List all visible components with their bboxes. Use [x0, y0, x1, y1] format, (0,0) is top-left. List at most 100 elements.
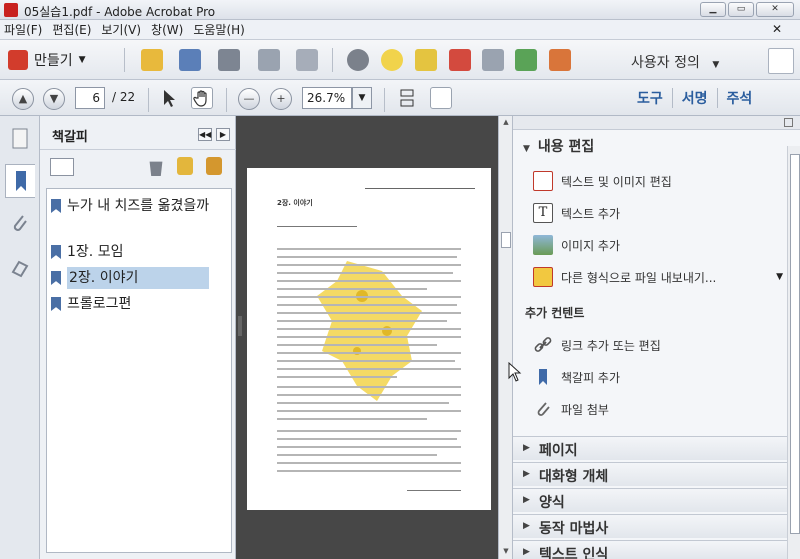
- zoom-in-icon[interactable]: +: [270, 88, 292, 110]
- print-icon[interactable]: [218, 49, 240, 71]
- collapsed-triangle-icon: ▶: [523, 547, 530, 557]
- close-button[interactable]: ✕: [756, 2, 794, 17]
- tool-label: 책갈피 추가: [561, 370, 621, 385]
- bookmark-from-structure-icon[interactable]: [206, 157, 222, 175]
- bookmarks-tab-icon[interactable]: [5, 164, 35, 198]
- text-line: [277, 336, 461, 338]
- section-pages[interactable]: ▶ 페이지: [513, 436, 787, 460]
- tool-label: 텍스트 및 이미지 편집: [561, 174, 672, 189]
- text-line: [277, 368, 461, 370]
- add-content-header: 추가 컨텐트: [525, 306, 585, 320]
- tab-tools[interactable]: 도구: [628, 88, 672, 108]
- attachments-icon[interactable]: [5, 208, 35, 242]
- previous-page-icon[interactable]: ▲: [12, 88, 34, 110]
- content-edit-title: 내용 편집: [537, 139, 595, 155]
- new-bookmark-icon[interactable]: [177, 157, 193, 175]
- stamp-icon[interactable]: [415, 49, 437, 71]
- text-line: [277, 352, 461, 354]
- bookmark-item-prologue[interactable]: 프롤로그편: [47, 293, 231, 315]
- zoom-dropdown-icon[interactable]: ▼: [352, 87, 372, 109]
- scroll-down-icon[interactable]: ▼: [501, 547, 511, 557]
- select-cursor-icon[interactable]: [158, 87, 180, 109]
- edit-icon[interactable]: [258, 49, 280, 71]
- bookmark-item-chapter2[interactable]: 2장. 이야기: [47, 267, 231, 289]
- section-label: 페이지: [539, 443, 578, 459]
- minimize-button[interactable]: ▁: [700, 2, 726, 17]
- menu-file[interactable]: 파일(F): [4, 21, 42, 38]
- text-line: [277, 376, 397, 378]
- bookmark-label: 프롤로그편: [67, 296, 132, 312]
- menu-help[interactable]: 도움말(H): [193, 21, 245, 38]
- close-document-icon[interactable]: ✕: [772, 22, 782, 36]
- menu-bar: 파일(F) 편집(E) 보기(V) 창(W) 도움말(H) ✕: [0, 20, 800, 40]
- text-line: [277, 454, 437, 456]
- hand-tool-icon[interactable]: [191, 87, 213, 109]
- export-file-tool[interactable]: 다른 형식으로 파일 내보내기... ▼: [533, 266, 783, 288]
- collapse-panel-icon[interactable]: ◀◀: [198, 128, 212, 141]
- bookmark-item-cheese[interactable]: 누가 내 치즈를 옮겼을까: [47, 195, 231, 217]
- zoom-out-icon[interactable]: —: [238, 88, 260, 110]
- tab-comment[interactable]: 주석: [716, 88, 762, 108]
- document-scrollbar[interactable]: ▲ ▼: [498, 116, 512, 559]
- open-folder-icon[interactable]: [141, 49, 163, 71]
- document-view[interactable]: 2장. 이야기: [236, 116, 498, 559]
- menu-window[interactable]: 창(W): [151, 21, 183, 38]
- tool-label: 파일 첨부: [561, 402, 609, 417]
- pane-options-icon[interactable]: [784, 118, 793, 127]
- email-icon[interactable]: [296, 49, 318, 71]
- bookmark-icon: [51, 245, 61, 259]
- scroll-thumb[interactable]: [790, 154, 800, 534]
- expanded-triangle-icon: ▼: [523, 144, 530, 154]
- add-text-tool[interactable]: T 텍스트 추가: [533, 202, 773, 224]
- secure-icon[interactable]: [482, 49, 504, 71]
- menu-edit[interactable]: 편집(E): [52, 21, 91, 38]
- signatures-icon[interactable]: [5, 252, 35, 286]
- bookmark-item-chapter1[interactable]: 1장. 모임: [47, 241, 231, 263]
- form-icon[interactable]: [549, 49, 571, 71]
- chevron-down-icon[interactable]: ▼: [776, 272, 783, 282]
- zoom-input[interactable]: 26.7%: [302, 87, 352, 109]
- bookmark-icon: [51, 199, 61, 213]
- section-action-wizard[interactable]: ▶ 동작 마법사: [513, 514, 787, 538]
- tool-label: 링크 추가 또는 편집: [561, 338, 661, 353]
- bookmark-list: 누가 내 치즈를 옮겼을까 1장. 모임 2장. 이야기 프롤로그편: [46, 188, 232, 553]
- edit-text-images-tool[interactable]: 텍스트 및 이미지 편집: [533, 170, 773, 192]
- section-forms[interactable]: ▶ 양식: [513, 488, 787, 512]
- add-image-tool[interactable]: 이미지 추가: [533, 234, 773, 256]
- maximize-button[interactable]: ▭: [728, 2, 754, 17]
- paperclip-icon: [533, 399, 553, 419]
- tools-pane: ▼ 내용 편집 텍스트 및 이미지 편집 T 텍스트 추가 이미지 추가 다른 형…: [512, 116, 800, 559]
- toolbar-divider: [226, 88, 227, 112]
- delete-icon[interactable]: [149, 161, 163, 176]
- tab-sign[interactable]: 서명: [671, 88, 717, 108]
- text-line: [277, 312, 461, 314]
- next-page-icon[interactable]: ▼: [43, 88, 65, 110]
- fit-page-icon[interactable]: [430, 87, 452, 109]
- gear-icon[interactable]: [347, 49, 369, 71]
- comment-icon[interactable]: [381, 49, 403, 71]
- add-link-tool[interactable]: 링크 추가 또는 편집: [533, 334, 773, 356]
- content-edit-header[interactable]: ▼ 내용 편집: [523, 136, 594, 156]
- pdf-icon[interactable]: [449, 49, 471, 71]
- add-bookmark-tool[interactable]: 책갈피 추가: [533, 366, 773, 388]
- customize-dropdown[interactable]: 사용자 정의 ▼: [631, 52, 719, 72]
- scrolling-mode-icon[interactable]: [396, 87, 418, 109]
- section-interactive-objects[interactable]: ▶ 대화형 개체: [513, 462, 787, 486]
- tools-pane-scrollbar[interactable]: [787, 146, 800, 559]
- attach-file-tool[interactable]: 파일 첨부: [533, 398, 773, 420]
- export-icon[interactable]: [515, 49, 537, 71]
- page-thumbnails-icon[interactable]: [5, 124, 35, 158]
- collapsed-triangle-icon: ▶: [523, 495, 530, 505]
- bookmark-options-icon[interactable]: [50, 158, 74, 176]
- scroll-thumb[interactable]: [501, 232, 511, 248]
- scroll-up-icon[interactable]: ▲: [501, 118, 511, 128]
- menu-view[interactable]: 보기(V): [101, 21, 141, 38]
- save-icon[interactable]: [179, 49, 201, 71]
- create-button[interactable]: 만들기 ▼: [8, 50, 86, 70]
- page-number-input[interactable]: 6: [75, 87, 105, 109]
- panel-arrow-icon[interactable]: ▶: [216, 128, 230, 141]
- export-file-icon: [533, 267, 553, 287]
- expand-icon[interactable]: [768, 48, 794, 74]
- section-text-recognition[interactable]: ▶ 텍스트 인식: [513, 540, 787, 559]
- panel-resize-handle[interactable]: [238, 316, 242, 336]
